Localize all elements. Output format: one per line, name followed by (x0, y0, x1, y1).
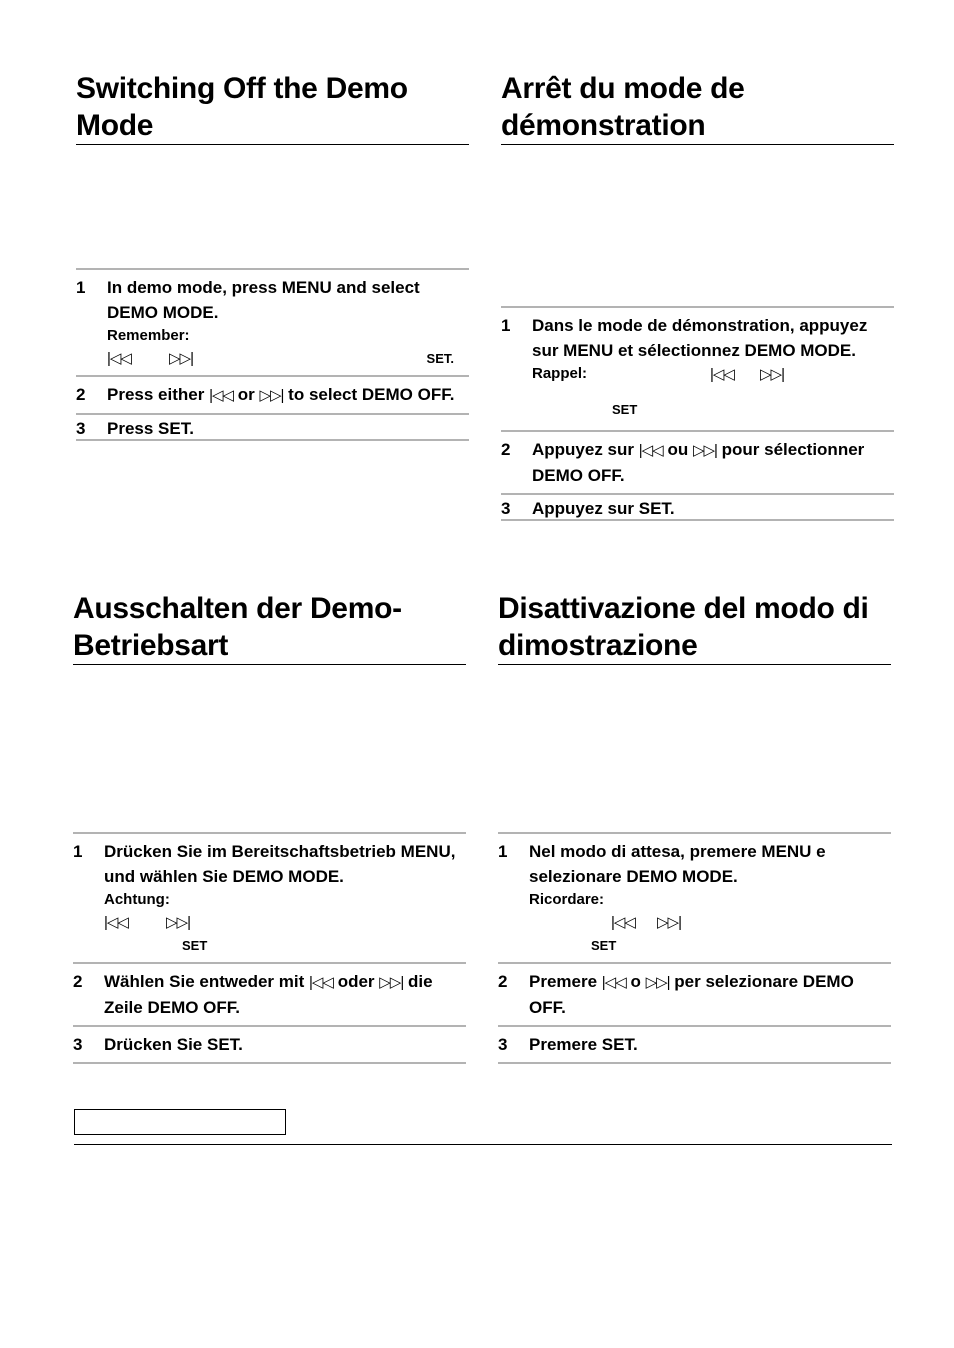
step-3: 3 Drücken Sie SET. (73, 1025, 466, 1064)
steps-english: 1 In demo mode, press MENU and select DE… (76, 268, 469, 441)
section-german: Ausschalten der Demo-Betriebsart (73, 590, 466, 665)
step-3: 3 Premere SET. (498, 1025, 891, 1064)
step-text: Premere SET. (529, 1035, 638, 1054)
step-text: Appuyez sur (532, 440, 639, 459)
step-text: oder (332, 972, 380, 991)
step-text: Press either (107, 385, 210, 404)
skip-forward-icon: ▷▷| (645, 974, 671, 991)
step-1: 1 Drücken Sie im Bereitschaftsbetrieb ME… (73, 832, 466, 962)
set-label: SET (182, 938, 208, 953)
step-number: 1 (76, 278, 86, 297)
step-3: 3 Appuyez sur SET. (501, 493, 894, 521)
step-1: 1 Nel modo di attesa, premere MENU e sel… (498, 832, 891, 962)
step-number: 3 (76, 419, 86, 438)
skip-forward-icon: ▷▷| (166, 914, 191, 931)
step-2: 2 Appuyez sur |◁◁ ou ▷▷| pour sélectionn… (501, 430, 894, 493)
skip-back-icon: |◁◁ (710, 366, 735, 383)
step-2: 2 Premere |◁◁ o ▷▷| per selezionare DEMO… (498, 962, 891, 1025)
step-text: Dans le mode de démonstration, appuyez s… (532, 316, 868, 360)
footer-box (74, 1109, 286, 1135)
step-number: 2 (76, 385, 86, 404)
note-label: Remember: (107, 327, 190, 344)
step-text: or (233, 385, 260, 404)
step-number: 3 (501, 499, 511, 518)
skip-back-icon: |◁◁ (209, 387, 234, 404)
set-label: SET (612, 402, 638, 417)
steps-german: 1 Drücken Sie im Bereitschaftsbetrieb ME… (73, 832, 466, 1064)
step-text: ou (662, 440, 693, 459)
steps-italian: 1 Nel modo di attesa, premere MENU e sel… (498, 832, 891, 1064)
step-1: 1 Dans le mode de démonstration, appuyez… (501, 306, 894, 430)
step-text: Premere (529, 972, 602, 991)
step-text: Appuyez sur SET. (532, 499, 675, 518)
section-french: Arrêt du mode de démonstration (501, 70, 894, 145)
skip-forward-icon: ▷▷| (692, 442, 718, 459)
skip-back-icon: |◁◁ (638, 442, 664, 459)
footer-divider (74, 1144, 892, 1145)
step-number: 2 (498, 972, 508, 991)
step-text: Nel modo di attesa, premere MENU e selez… (529, 842, 826, 886)
step-number: 2 (501, 440, 511, 459)
step-text: to select DEMO OFF. (283, 385, 455, 404)
step-1: 1 In demo mode, press MENU and select DE… (76, 268, 469, 375)
section-italian: Disattivazione del modo di dimostrazione (498, 590, 891, 665)
skip-forward-icon: ▷▷| (259, 387, 284, 404)
note-label: Achtung: (104, 891, 170, 908)
step-3: 3 Press SET. (76, 413, 469, 441)
step-number: 3 (498, 1035, 508, 1054)
skip-forward-icon: ▷▷| (169, 350, 194, 367)
step-number: 1 (501, 316, 511, 335)
skip-forward-icon: ▷▷| (657, 914, 682, 931)
skip-back-icon: |◁◁ (601, 974, 627, 991)
step-2: 2 Press either |◁◁ or ▷▷| to select DEMO… (76, 375, 469, 413)
skip-back-icon: |◁◁ (104, 914, 129, 931)
step-text: o (625, 972, 646, 991)
skip-back-icon: |◁◁ (107, 350, 132, 367)
step-number: 1 (73, 842, 83, 861)
set-label: SET. (426, 351, 454, 366)
section-title: Disattivazione del modo di dimostrazione (498, 590, 891, 665)
skip-forward-icon: ▷▷| (760, 366, 785, 383)
step-text: Wählen Sie entweder mit (104, 972, 309, 991)
step-text: In demo mode, press MENU and select DEMO… (107, 278, 420, 322)
step-2: 2 Wählen Sie entweder mit |◁◁ oder ▷▷| d… (73, 962, 466, 1025)
note-label: Rappel: (532, 365, 588, 382)
step-number: 1 (498, 842, 508, 861)
section-title: Arrêt du mode de démonstration (501, 70, 894, 145)
section-english: Switching Off the Demo Mode (76, 70, 469, 145)
set-label: SET (591, 938, 617, 953)
step-text: Drücken Sie im Bereitschaftsbetrieb MENU… (104, 842, 456, 886)
step-number: 3 (73, 1035, 83, 1054)
note-label: Ricordare: (529, 891, 605, 908)
step-text: Press SET. (107, 419, 194, 438)
section-title: Switching Off the Demo Mode (76, 70, 469, 145)
skip-forward-icon: ▷▷| (379, 974, 404, 991)
skip-back-icon: |◁◁ (309, 974, 334, 991)
steps-french: 1 Dans le mode de démonstration, appuyez… (501, 306, 894, 521)
step-text: Drücken Sie SET. (104, 1035, 243, 1054)
section-title: Ausschalten der Demo-Betriebsart (73, 590, 466, 665)
skip-back-icon: |◁◁ (611, 914, 636, 931)
step-number: 2 (73, 972, 83, 991)
